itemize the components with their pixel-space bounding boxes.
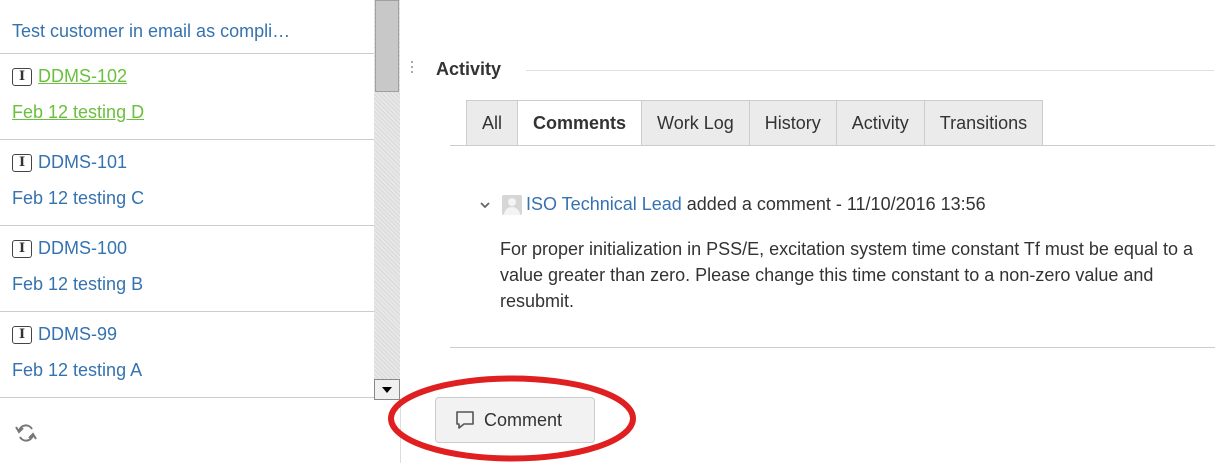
comment-body: For proper initialization in PSS/E, exci… bbox=[500, 239, 1193, 311]
issue-type-icon: I bbox=[12, 153, 32, 172]
avatar[interactable] bbox=[502, 194, 522, 215]
comment-button-label: Comment bbox=[484, 409, 563, 430]
activity-heading: Activity bbox=[436, 59, 502, 79]
tab-activity[interactable]: Activity bbox=[836, 100, 925, 146]
issue-key[interactable]: DDMS-102 bbox=[38, 66, 127, 87]
speech-bubble-icon bbox=[456, 411, 474, 429]
issue-key[interactable]: DDMS-99 bbox=[38, 324, 117, 345]
scroll-down-button[interactable] bbox=[374, 379, 400, 400]
issue-key[interactable]: DDMS-101 bbox=[38, 152, 127, 173]
comment-separator: - bbox=[835, 194, 842, 214]
issue-summary[interactable]: Feb 12 testing B bbox=[12, 274, 143, 295]
comment-header: ISO Technical Lead added a comment - 11/… bbox=[478, 194, 986, 215]
tab-all[interactable]: All bbox=[466, 100, 519, 146]
issue-type-icon: I bbox=[12, 239, 32, 258]
issue-summary[interactable]: Test customer in email as compli… bbox=[12, 21, 290, 42]
tab-history[interactable]: History bbox=[749, 100, 837, 146]
scroll-thumb[interactable] bbox=[375, 0, 399, 92]
drag-handle-icon[interactable] bbox=[410, 58, 416, 88]
comment-action-text: added a comment bbox=[686, 194, 831, 214]
tab-comments[interactable]: Comments bbox=[518, 100, 643, 146]
comment-date[interactable]: 11/10/2016 13:56 bbox=[847, 194, 986, 215]
list-item[interactable]: I DDMS-100 Feb 12 testing B bbox=[0, 226, 374, 312]
chevron-down-icon[interactable] bbox=[478, 198, 492, 212]
comment-author-link[interactable]: ISO Technical Lead bbox=[526, 194, 682, 215]
list-item[interactable]: I DDMS-101 Feb 12 testing C bbox=[0, 140, 374, 226]
list-item[interactable]: I DDMS-99 Feb 12 testing A bbox=[0, 312, 374, 398]
tab-work-log[interactable]: Work Log bbox=[642, 100, 750, 146]
issue-list-panel: Test customer in email as compli… I DDMS… bbox=[0, 0, 374, 463]
list-item[interactable]: Test customer in email as compli… bbox=[0, 0, 374, 54]
issue-type-icon: I bbox=[12, 67, 32, 86]
scroll-down-arrow-icon bbox=[382, 386, 392, 393]
panel-divider bbox=[400, 400, 401, 463]
refresh-icon[interactable] bbox=[14, 422, 38, 444]
issue-type-icon: I bbox=[12, 325, 32, 344]
issue-summary[interactable]: Feb 12 testing A bbox=[12, 360, 142, 381]
heading-divider bbox=[526, 70, 1214, 71]
issue-list: Test customer in email as compli… I DDMS… bbox=[0, 0, 374, 400]
list-scrollbar[interactable] bbox=[374, 0, 400, 400]
activity-tabs: All Comments Work Log History Activity T… bbox=[466, 100, 1044, 146]
list-item[interactable]: I DDMS-102 Feb 12 testing D bbox=[0, 54, 374, 140]
issue-key[interactable]: DDMS-100 bbox=[38, 238, 127, 259]
comment: ISO Technical Lead added a comment - 11/… bbox=[450, 146, 1215, 348]
comment-button[interactable]: Comment bbox=[435, 397, 595, 443]
issue-summary[interactable]: Feb 12 testing C bbox=[12, 188, 144, 209]
issue-summary[interactable]: Feb 12 testing D bbox=[12, 102, 144, 123]
tab-transitions[interactable]: Transitions bbox=[924, 100, 1044, 146]
